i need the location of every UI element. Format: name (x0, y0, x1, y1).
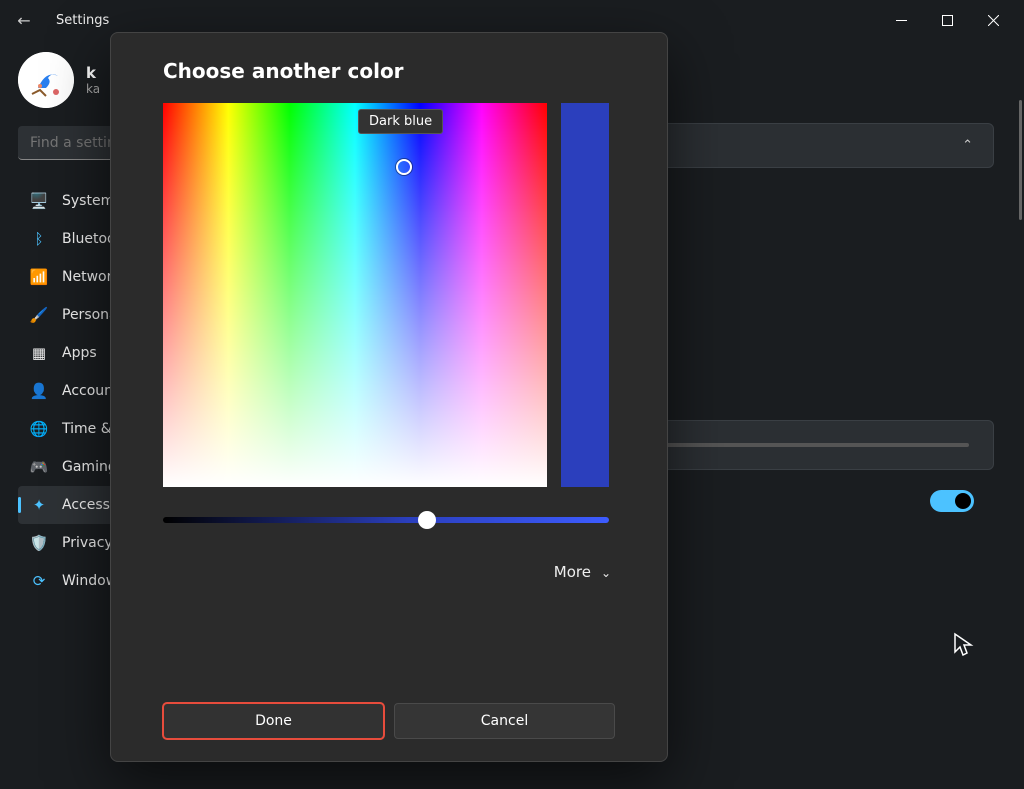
chevron-up-icon: ⌃ (962, 138, 973, 153)
scrollbar[interactable] (1019, 100, 1022, 220)
chevron-down-icon: ⌄ (601, 566, 611, 580)
accounts-icon: 👤 (30, 382, 48, 400)
apps-icon: ▦ (30, 344, 48, 362)
hue-slider[interactable] (163, 517, 609, 523)
profile-name: k (86, 64, 100, 82)
value-strip[interactable] (561, 103, 609, 487)
hue-slider-thumb[interactable] (418, 511, 436, 529)
sidebar-item-label: Apps (62, 345, 97, 361)
maximize-button[interactable] (924, 4, 970, 36)
sidebar-item-label: System (62, 193, 114, 209)
touch-toggle[interactable] (930, 490, 974, 512)
privacy-icon: 🛡️ (30, 534, 48, 552)
color-tooltip: Dark blue (358, 109, 443, 134)
system-icon: 🖥️ (30, 192, 48, 210)
color-picker-dialog: Choose another color Dark blue More⌄ Don… (110, 32, 668, 762)
gaming-icon: 🎮 (30, 458, 48, 476)
dialog-title: Choose another color (163, 59, 615, 83)
cursor-icon (952, 632, 976, 660)
profile-email: ka (86, 82, 100, 96)
personalization-icon: 🖌️ (30, 306, 48, 324)
done-button[interactable]: Done (163, 703, 384, 739)
network-icon: 📶 (30, 268, 48, 286)
accessibility-icon: ✦ (30, 496, 48, 514)
bluetooth-icon: ᛒ (30, 230, 48, 248)
color-field-handle[interactable] (396, 159, 412, 175)
minimize-button[interactable] (878, 4, 924, 36)
color-field[interactable]: Dark blue (163, 103, 547, 487)
windows-icon: ⟳ (30, 572, 48, 590)
more-button[interactable]: More⌄ (163, 563, 615, 581)
sidebar-item-label: Gaming (62, 459, 117, 475)
cancel-button[interactable]: Cancel (394, 703, 615, 739)
close-button[interactable] (970, 4, 1016, 36)
time-icon: 🌐 (30, 420, 48, 438)
back-button[interactable]: ← (8, 11, 40, 30)
avatar (18, 52, 74, 108)
window-title: Settings (56, 13, 109, 28)
